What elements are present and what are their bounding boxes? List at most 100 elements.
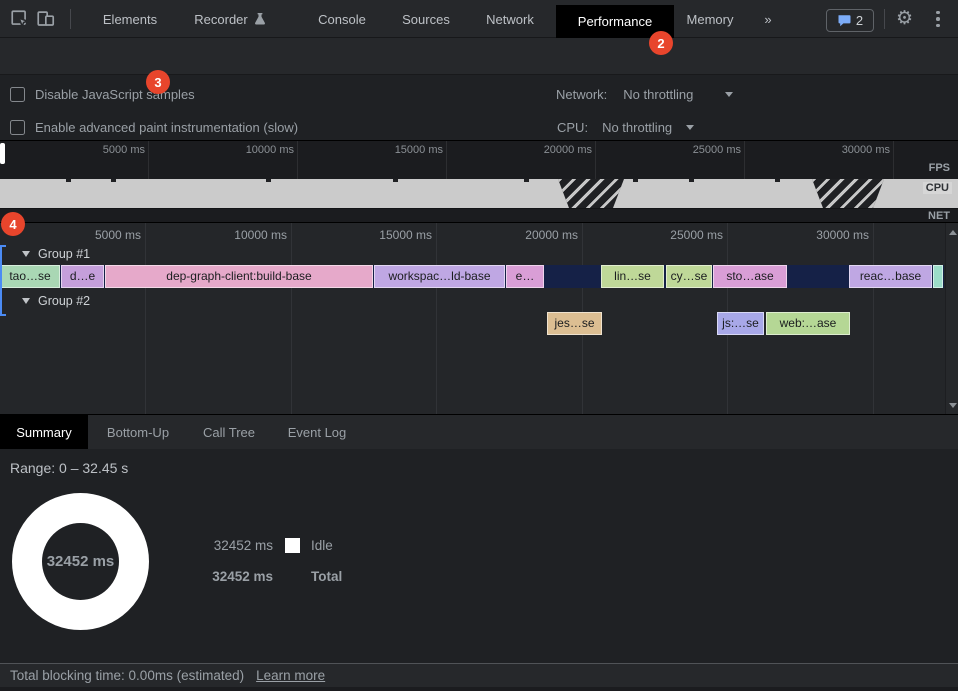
legend-row-idle: 32452 msIdle xyxy=(203,538,333,553)
flame-bar[interactable]: js:…se xyxy=(717,312,764,335)
tab-network[interactable]: Network xyxy=(468,0,552,38)
cpu-dip xyxy=(633,179,638,182)
flame-track-1: tao…sed…edep-graph-client:build-basework… xyxy=(0,265,944,288)
flame-bar[interactable]: jes…se xyxy=(547,312,602,335)
cpu-dip xyxy=(393,179,398,182)
tab-label: Sources xyxy=(402,12,450,27)
disable-js-samples-label: Disable JavaScript samples xyxy=(35,87,195,102)
tab-more[interactable]: » xyxy=(752,0,784,38)
flame-bar[interactable]: d…e xyxy=(61,265,104,288)
summary-panel: Range: 0 – 32.45 s 32452 ms 32452 msIdle… xyxy=(0,449,958,663)
chat-bubble-icon xyxy=(837,14,851,27)
console-messages-button[interactable]: 2 xyxy=(826,9,874,32)
flame-chart[interactable]: 5000 ms10000 ms15000 ms20000 ms25000 ms3… xyxy=(0,222,958,414)
learn-more-link[interactable]: Learn more xyxy=(256,668,325,683)
overview-gridline xyxy=(893,141,894,179)
flame-chart-scrollbar[interactable] xyxy=(945,223,958,414)
advanced-paint-checkbox[interactable] xyxy=(10,120,25,135)
cpu-throttle-select[interactable]: No throttling xyxy=(602,120,672,135)
flame-bar[interactable]: sto…ase xyxy=(713,265,787,288)
flame-tick-label: 20000 ms xyxy=(498,228,578,242)
tab-label: Recorder xyxy=(194,12,247,27)
cpu-dip xyxy=(689,179,694,182)
flame-bar[interactable]: web:…ase xyxy=(766,312,850,335)
flask-icon xyxy=(254,12,266,26)
flame-bar[interactable]: cy…se xyxy=(666,265,712,288)
group-header-2[interactable]: Group #2 xyxy=(22,294,90,308)
tab-elements[interactable]: Elements xyxy=(86,0,174,38)
flame-bar[interactable] xyxy=(933,265,943,288)
tab-event-log[interactable]: Event Log xyxy=(275,415,359,449)
flame-tick-label: 15000 ms xyxy=(352,228,432,242)
flame-bar[interactable]: lin…se xyxy=(601,265,664,288)
net-lane-label: NET xyxy=(898,210,950,222)
more-options-menu-icon[interactable] xyxy=(929,9,947,29)
tab-call-tree[interactable]: Call Tree xyxy=(191,415,267,449)
group-label: Group #2 xyxy=(38,294,90,308)
cpu-hatched-region xyxy=(558,179,624,208)
cpu-dip xyxy=(266,179,271,182)
settings-gear-icon[interactable]: ⚙ xyxy=(896,9,913,29)
annotation-badge-4: 4 xyxy=(1,212,25,236)
tab-memory[interactable]: Memory xyxy=(674,0,746,38)
tab-label: Call Tree xyxy=(203,425,255,440)
flame-bar[interactable]: tao…se xyxy=(0,265,60,288)
device-toolbar-icon[interactable] xyxy=(36,9,55,28)
tab-label: Console xyxy=(318,12,366,27)
tab-recorder[interactable]: Recorder xyxy=(176,0,284,38)
overview-tick-label: 20000 ms xyxy=(522,144,592,156)
overview-tick-label: 10000 ms xyxy=(224,144,294,156)
network-throttle-select[interactable]: No throttling xyxy=(623,87,693,102)
legend-swatch xyxy=(285,538,300,553)
tab-label: Network xyxy=(486,12,534,27)
timeline-overview[interactable]: 5000 ms10000 ms15000 ms20000 ms25000 ms3… xyxy=(0,140,958,222)
disable-js-samples-checkbox[interactable] xyxy=(10,87,25,102)
selection-bracket xyxy=(0,245,6,316)
overview-tick-label: 30000 ms xyxy=(820,144,890,156)
total-blocking-time-text: Total blocking time: 0.00ms (estimated) xyxy=(10,668,244,683)
legend-row-total: 32452 ms Total xyxy=(203,569,342,584)
cpu-dip xyxy=(524,179,529,182)
tab-sources[interactable]: Sources xyxy=(388,0,464,38)
legend-value: 32452 ms xyxy=(203,569,273,584)
overview-tick-label: 5000 ms xyxy=(75,144,145,156)
tab-label: Performance xyxy=(578,14,652,29)
chevron-down-icon xyxy=(725,92,733,97)
overview-tick-label: 15000 ms xyxy=(373,144,443,156)
flame-bar[interactable]: e… xyxy=(506,265,544,288)
fps-lane-label: FPS xyxy=(898,162,950,174)
capture-settings-pane: Disable JavaScript samples Enable advanc… xyxy=(0,74,958,140)
tab-label: Summary xyxy=(16,425,72,440)
net-activity-band: NET xyxy=(0,208,958,223)
flame-bar[interactable]: reac…base xyxy=(849,265,932,288)
group-label: Group #1 xyxy=(38,247,90,261)
legend-label: Total xyxy=(311,569,342,584)
scroll-up-icon[interactable] xyxy=(949,230,957,235)
tab-console[interactable]: Console xyxy=(300,0,384,38)
legend-label: Idle xyxy=(311,538,333,553)
overview-gridline xyxy=(148,141,149,179)
devtools-tab-bar: Elements Recorder Console Sources Network Per… xyxy=(0,0,958,38)
tab-label: Memory xyxy=(687,12,734,27)
details-tab-bar: Summary Bottom-Up Call Tree Event Log xyxy=(0,414,958,449)
tab-summary[interactable]: Summary xyxy=(0,415,88,449)
performance-toolbar: #4 ScreenshotsMemoryWeb Vitals ⚙ xyxy=(0,38,958,74)
flame-tick-label: 10000 ms xyxy=(207,228,287,242)
scroll-down-icon[interactable] xyxy=(949,403,957,408)
inspect-element-icon[interactable] xyxy=(10,9,29,28)
overview-gridline xyxy=(446,141,447,179)
flame-bar[interactable]: workspac…ld-base xyxy=(374,265,505,288)
flame-tick-label: 30000 ms xyxy=(789,228,869,242)
chevron-down-icon xyxy=(22,251,30,257)
overview-window-left-handle[interactable] xyxy=(0,143,5,164)
group-header-1[interactable]: Group #1 xyxy=(22,247,90,261)
idle-donut-chart: 32452 ms xyxy=(12,493,149,630)
flame-bar[interactable]: dep-graph-client:build-base xyxy=(105,265,373,288)
bottom-strip xyxy=(0,687,958,691)
tab-bottom-up[interactable]: Bottom-Up xyxy=(93,415,183,449)
tab-label: Elements xyxy=(103,12,157,27)
overview-gridline xyxy=(744,141,745,179)
network-throttle-label: Network: xyxy=(556,87,607,102)
chevron-down-icon xyxy=(686,125,694,130)
tab-label: » xyxy=(764,12,771,27)
